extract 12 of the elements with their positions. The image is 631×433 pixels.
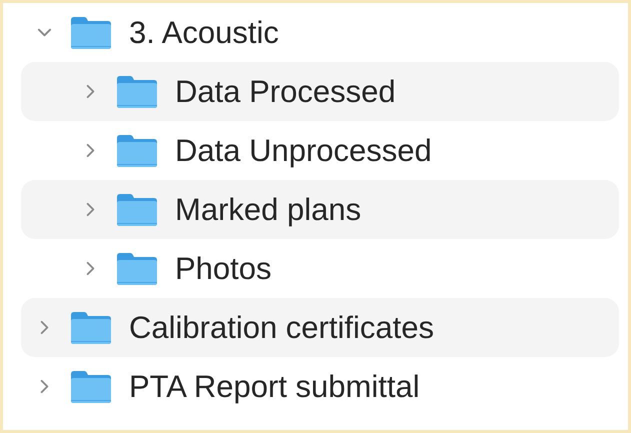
folder-name[interactable]: PTA Report submittal (129, 368, 420, 404)
folder-icon (116, 192, 158, 226)
folder-name[interactable]: 3. Acoustic (129, 14, 279, 50)
folder-name[interactable]: Photos (175, 250, 272, 286)
folder-icon (116, 74, 158, 108)
folder-icon (116, 252, 158, 286)
folder-icon (70, 310, 112, 344)
folder-icon (70, 370, 112, 404)
folder-name[interactable]: Data Unprocessed (175, 132, 432, 168)
folder-icon (116, 134, 158, 168)
folder-name[interactable]: Marked plans (175, 192, 362, 228)
folder-icon (70, 16, 112, 50)
